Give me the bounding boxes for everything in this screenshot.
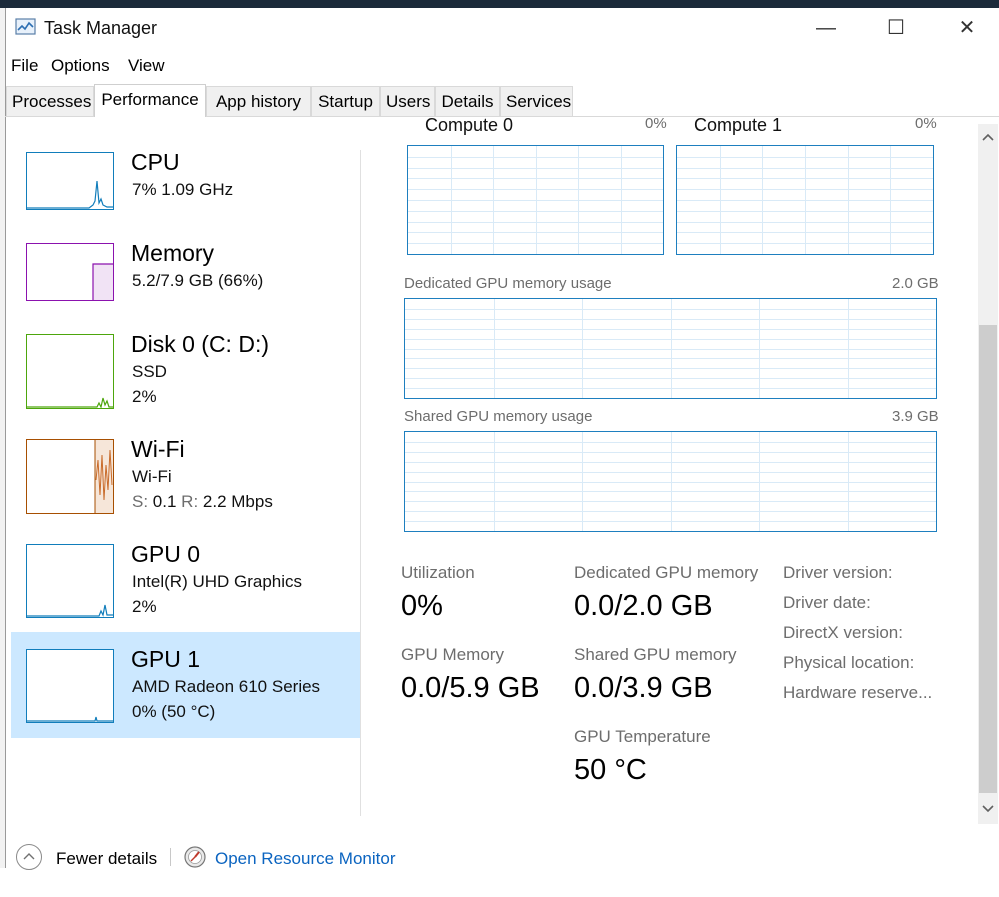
utilization-label: Utilization [401, 563, 475, 582]
receive-value: 2.2 Mbps [202, 492, 273, 511]
graph-grid [677, 146, 933, 254]
resource-line1: Wi-Fi [132, 467, 172, 486]
memory-thumbnail-graph [26, 243, 114, 301]
wifi-thumbnail-graph [26, 439, 114, 514]
gpu0-thumbnail-graph [26, 544, 114, 618]
resource-title: Memory [131, 240, 215, 266]
tab-processes[interactable]: Processes [6, 86, 94, 116]
resource-line1: 7% 1.09 GHz [132, 180, 234, 199]
compute-labels-row: Compute 0 0% Compute 1 0% [376, 117, 976, 137]
gpu-memory-value: 0.0/5.9 GB [401, 672, 540, 704]
shared-memory-graph [404, 431, 937, 532]
dedicated-graph-label: Dedicated GPU memory usage [404, 275, 612, 292]
footer-separator [170, 848, 171, 866]
directx-version-label: DirectX version: [783, 623, 903, 642]
tab-users[interactable]: Users [380, 86, 435, 116]
dedicated-memory-graph [404, 298, 937, 399]
graph-grid [405, 432, 936, 531]
scrollbar-thumb[interactable] [979, 325, 997, 793]
resource-monitor-icon [183, 845, 207, 869]
resource-line1: Intel(R) UHD Graphics [132, 572, 303, 591]
dedicated-memory-value: 0.0/2.0 GB [574, 590, 713, 622]
driver-date-label: Driver date: [783, 593, 871, 612]
resource-line2: 0% (50 °C) [132, 702, 216, 721]
tab-startup[interactable]: Startup [311, 86, 380, 116]
tab-performance[interactable]: Performance [94, 84, 206, 117]
compute1-label: Compute 1 [694, 117, 783, 135]
compute0-graph [407, 145, 664, 255]
tab-app-history[interactable]: App history [206, 86, 311, 116]
resource-title: GPU 1 [131, 646, 201, 672]
resource-wifi[interactable]: Wi-Fi Wi-Fi S: 0.1 R: 2.2 Mbps [11, 430, 360, 534]
resource-title: CPU [131, 149, 180, 175]
window-title: Task Manager [44, 18, 158, 38]
resource-gpu0[interactable]: GPU 0 Intel(R) UHD Graphics 2% [11, 535, 360, 639]
scroll-up-arrow-icon[interactable] [978, 128, 998, 148]
tab-services[interactable]: Services [500, 86, 573, 116]
dedicated-graph-max: 2.0 GB [892, 275, 939, 292]
chevron-up-icon [23, 853, 35, 860]
scroll-down-arrow-icon[interactable] [978, 798, 998, 818]
tab-details[interactable]: Details [435, 86, 500, 116]
physical-location-label: Physical location: [783, 653, 915, 672]
resource-title: Wi-Fi [131, 436, 185, 462]
resource-line2: S: 0.1 R: 2.2 Mbps [132, 492, 273, 512]
gpu-memory-label: GPU Memory [401, 645, 504, 664]
desktop-taskbar-strip [0, 0, 999, 8]
disk-thumbnail-graph [26, 334, 114, 409]
receive-label: R: [181, 492, 199, 511]
minimize-button[interactable]: — [803, 14, 849, 42]
shared-memory-label: Shared GPU memory [574, 645, 737, 664]
resource-line1: 5.2/7.9 GB (66%) [132, 271, 264, 290]
resource-line2: 2% [132, 597, 157, 616]
menu-view[interactable]: View [128, 56, 165, 76]
resource-line1: AMD Radeon 610 Series [132, 677, 321, 696]
compute0-value: 0% [645, 117, 667, 132]
send-value: 0.1 [152, 492, 177, 511]
shared-graph-label: Shared GPU memory usage [404, 408, 593, 425]
gpu-temperature-label: GPU Temperature [574, 727, 711, 746]
resource-disk[interactable]: Disk 0 (C: D:) SSD 2% [11, 325, 360, 429]
shared-graph-max: 3.9 GB [892, 408, 939, 425]
gpu1-thumbnail-graph [26, 649, 114, 723]
compute0-label: Compute 0 [425, 117, 514, 135]
resource-line2: 2% [132, 387, 157, 406]
close-button[interactable]: ✕ [944, 14, 990, 42]
dedicated-memory-label: Dedicated GPU memory [574, 563, 759, 582]
maximize-button[interactable]: ☐ [873, 14, 919, 42]
menu-file[interactable]: File [11, 56, 38, 76]
cpu-thumbnail-graph [26, 152, 114, 210]
panel-divider [360, 150, 361, 816]
hardware-reserved-label: Hardware reserve... [783, 683, 933, 702]
resource-cpu[interactable]: CPU 7% 1.09 GHz [11, 143, 360, 247]
graph-grid [408, 146, 663, 254]
shared-memory-value: 0.0/3.9 GB [574, 672, 713, 704]
open-resource-monitor-link[interactable]: Open Resource Monitor [215, 849, 395, 869]
utilization-value: 0% [401, 590, 443, 622]
fewer-details-link[interactable]: Fewer details [56, 849, 157, 869]
menu-options[interactable]: Options [51, 56, 110, 76]
compute1-value: 0% [915, 117, 937, 132]
driver-version-label: Driver version: [783, 563, 893, 582]
fewer-details-button[interactable] [16, 844, 42, 870]
send-label: S: [132, 492, 149, 511]
resource-title: Disk 0 (C: D:) [131, 331, 269, 357]
gpu-temperature-value: 50 °C [574, 754, 647, 786]
resource-line1: SSD [132, 362, 167, 381]
resource-gpu1[interactable]: GPU 1 AMD Radeon 610 Series 0% (50 °C) [11, 632, 360, 738]
compute1-graph [676, 145, 934, 255]
task-manager-icon [15, 17, 37, 37]
graph-grid [405, 299, 936, 398]
resource-title: GPU 0 [131, 541, 201, 567]
resource-memory[interactable]: Memory 5.2/7.9 GB (66%) [11, 234, 360, 338]
